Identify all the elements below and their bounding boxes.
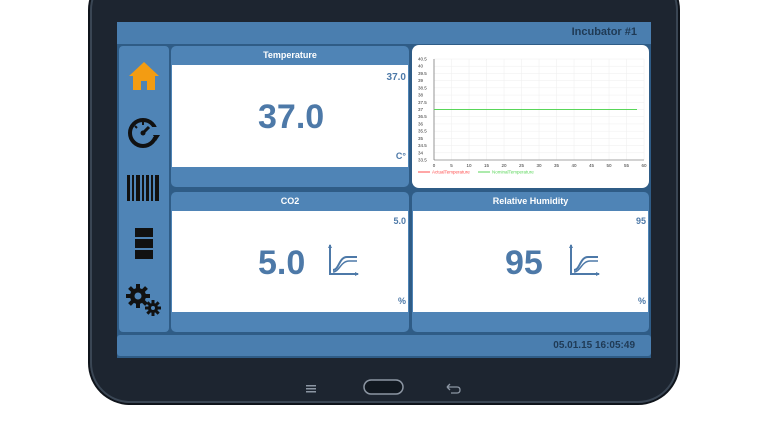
temperature-title: Temperature — [263, 50, 317, 60]
co2-title: CO2 — [280, 196, 300, 206]
chart-x-tick-label: 5 — [450, 163, 453, 168]
back-key-icon[interactable] — [446, 383, 461, 394]
humidity-panel[interactable]: Relative Humidity 95 95 % — [412, 192, 649, 332]
barcode-icon — [127, 175, 159, 201]
chart-x-tick-label: 0 — [433, 163, 436, 168]
chart-y-tick-label: 35.5 — [418, 129, 427, 134]
chart-y-tick-label: 40 — [418, 64, 424, 69]
home-key[interactable] — [363, 379, 404, 395]
humidity-value: 95 — [505, 244, 543, 282]
temperature-chart-svg: 0 5 10 15 20 25 30 35 40 45 50 55 60 33.5 34 34.5 35 35.5… — [418, 57, 647, 175]
humidity-title: Relative Humidity — [492, 196, 569, 206]
temperature-chart: 0 5 10 15 20 25 30 35 40 45 50 55 60 33.5 34 34.5 35 35.5… — [412, 45, 649, 188]
chart-x-tick-label: 55 — [624, 163, 630, 168]
chart-y-tick-label: 35 — [418, 136, 424, 141]
temperature-display: 37.0 37.0 C° — [172, 65, 408, 167]
humidity-unit: % — [637, 296, 646, 306]
chart-y-tick-label: 39.5 — [418, 71, 427, 76]
schedule-icon — [135, 228, 153, 259]
app-title: Incubator #1 — [571, 26, 637, 38]
nav-dial-button[interactable] — [119, 107, 169, 157]
chart-x-tick-label: 60 — [641, 163, 647, 168]
chart-y-tick-label: 39 — [418, 78, 424, 83]
datetime-display: 05.01.15 16:05:49 — [553, 340, 635, 351]
chart-x-tick-label: 50 — [606, 163, 612, 168]
chart-x-tick-label: 10 — [466, 163, 472, 168]
chart-x-tick-label: 30 — [536, 163, 542, 168]
settings-gears-icon — [126, 284, 161, 316]
chart-x-tick-label: 15 — [484, 163, 490, 168]
sidebar — [119, 46, 169, 332]
chart-y-tick-label: 38 — [418, 93, 424, 98]
humidity-setpoint: 95 — [635, 216, 646, 226]
humidity-trend-icon[interactable] — [568, 243, 602, 277]
chart-y-tick-label: 34.5 — [418, 143, 427, 148]
co2-display: 5.0 5.0 % — [172, 211, 408, 312]
chart-y-tick-label: 33.5 — [418, 158, 427, 163]
temperature-setpoint: 37.0 — [386, 72, 406, 83]
chart-x-tick-label: 25 — [519, 163, 525, 168]
co2-setpoint: 5.0 — [393, 216, 406, 226]
nav-barcode-button[interactable] — [119, 163, 169, 213]
chart-y-tick-label: 37 — [418, 107, 424, 112]
temperature-unit: C° — [395, 151, 406, 161]
chart-x-tick-label: 20 — [501, 163, 507, 168]
status-bar: 05.01.15 16:05:49 — [117, 335, 651, 356]
co2-value: 5.0 — [258, 244, 306, 282]
nav-settings-button[interactable] — [119, 275, 169, 325]
chart-y-tick-label: 37.5 — [418, 100, 427, 105]
chart-y-tick-label: 38.5 — [418, 85, 427, 90]
chart-y-tick-label: 40.5 — [418, 57, 427, 62]
title-bar: Incubator #1 — [117, 22, 651, 44]
temperature-value: 37.0 — [258, 98, 325, 136]
chart-legend-label: ActualTemperature — [432, 170, 470, 175]
temperature-panel[interactable]: Temperature 37.0 37.0 C° — [171, 46, 409, 187]
chart-x-tick-label: 35 — [554, 163, 560, 168]
co2-trend-icon[interactable] — [327, 243, 361, 277]
home-icon — [129, 62, 159, 90]
humidity-display: 95 95 % — [413, 211, 648, 312]
nav-home-button[interactable] — [119, 51, 169, 101]
chart-y-tick-label: 36.5 — [418, 114, 427, 119]
chart-y-tick-label: 34 — [418, 150, 424, 155]
menu-key-icon[interactable] — [306, 385, 316, 393]
chart-legend-label: NominalTemperature — [492, 170, 534, 175]
dial-refresh-icon — [128, 118, 160, 148]
nav-schedule-button[interactable] — [119, 219, 169, 269]
co2-unit: % — [397, 296, 406, 306]
chart-y-tick-label: 36 — [418, 121, 424, 126]
tablet-nav-bar — [306, 379, 461, 395]
chart-x-tick-label: 40 — [571, 163, 577, 168]
chart-x-tick-label: 45 — [589, 163, 595, 168]
co2-panel[interactable]: CO2 5.0 5.0 % — [171, 192, 409, 332]
